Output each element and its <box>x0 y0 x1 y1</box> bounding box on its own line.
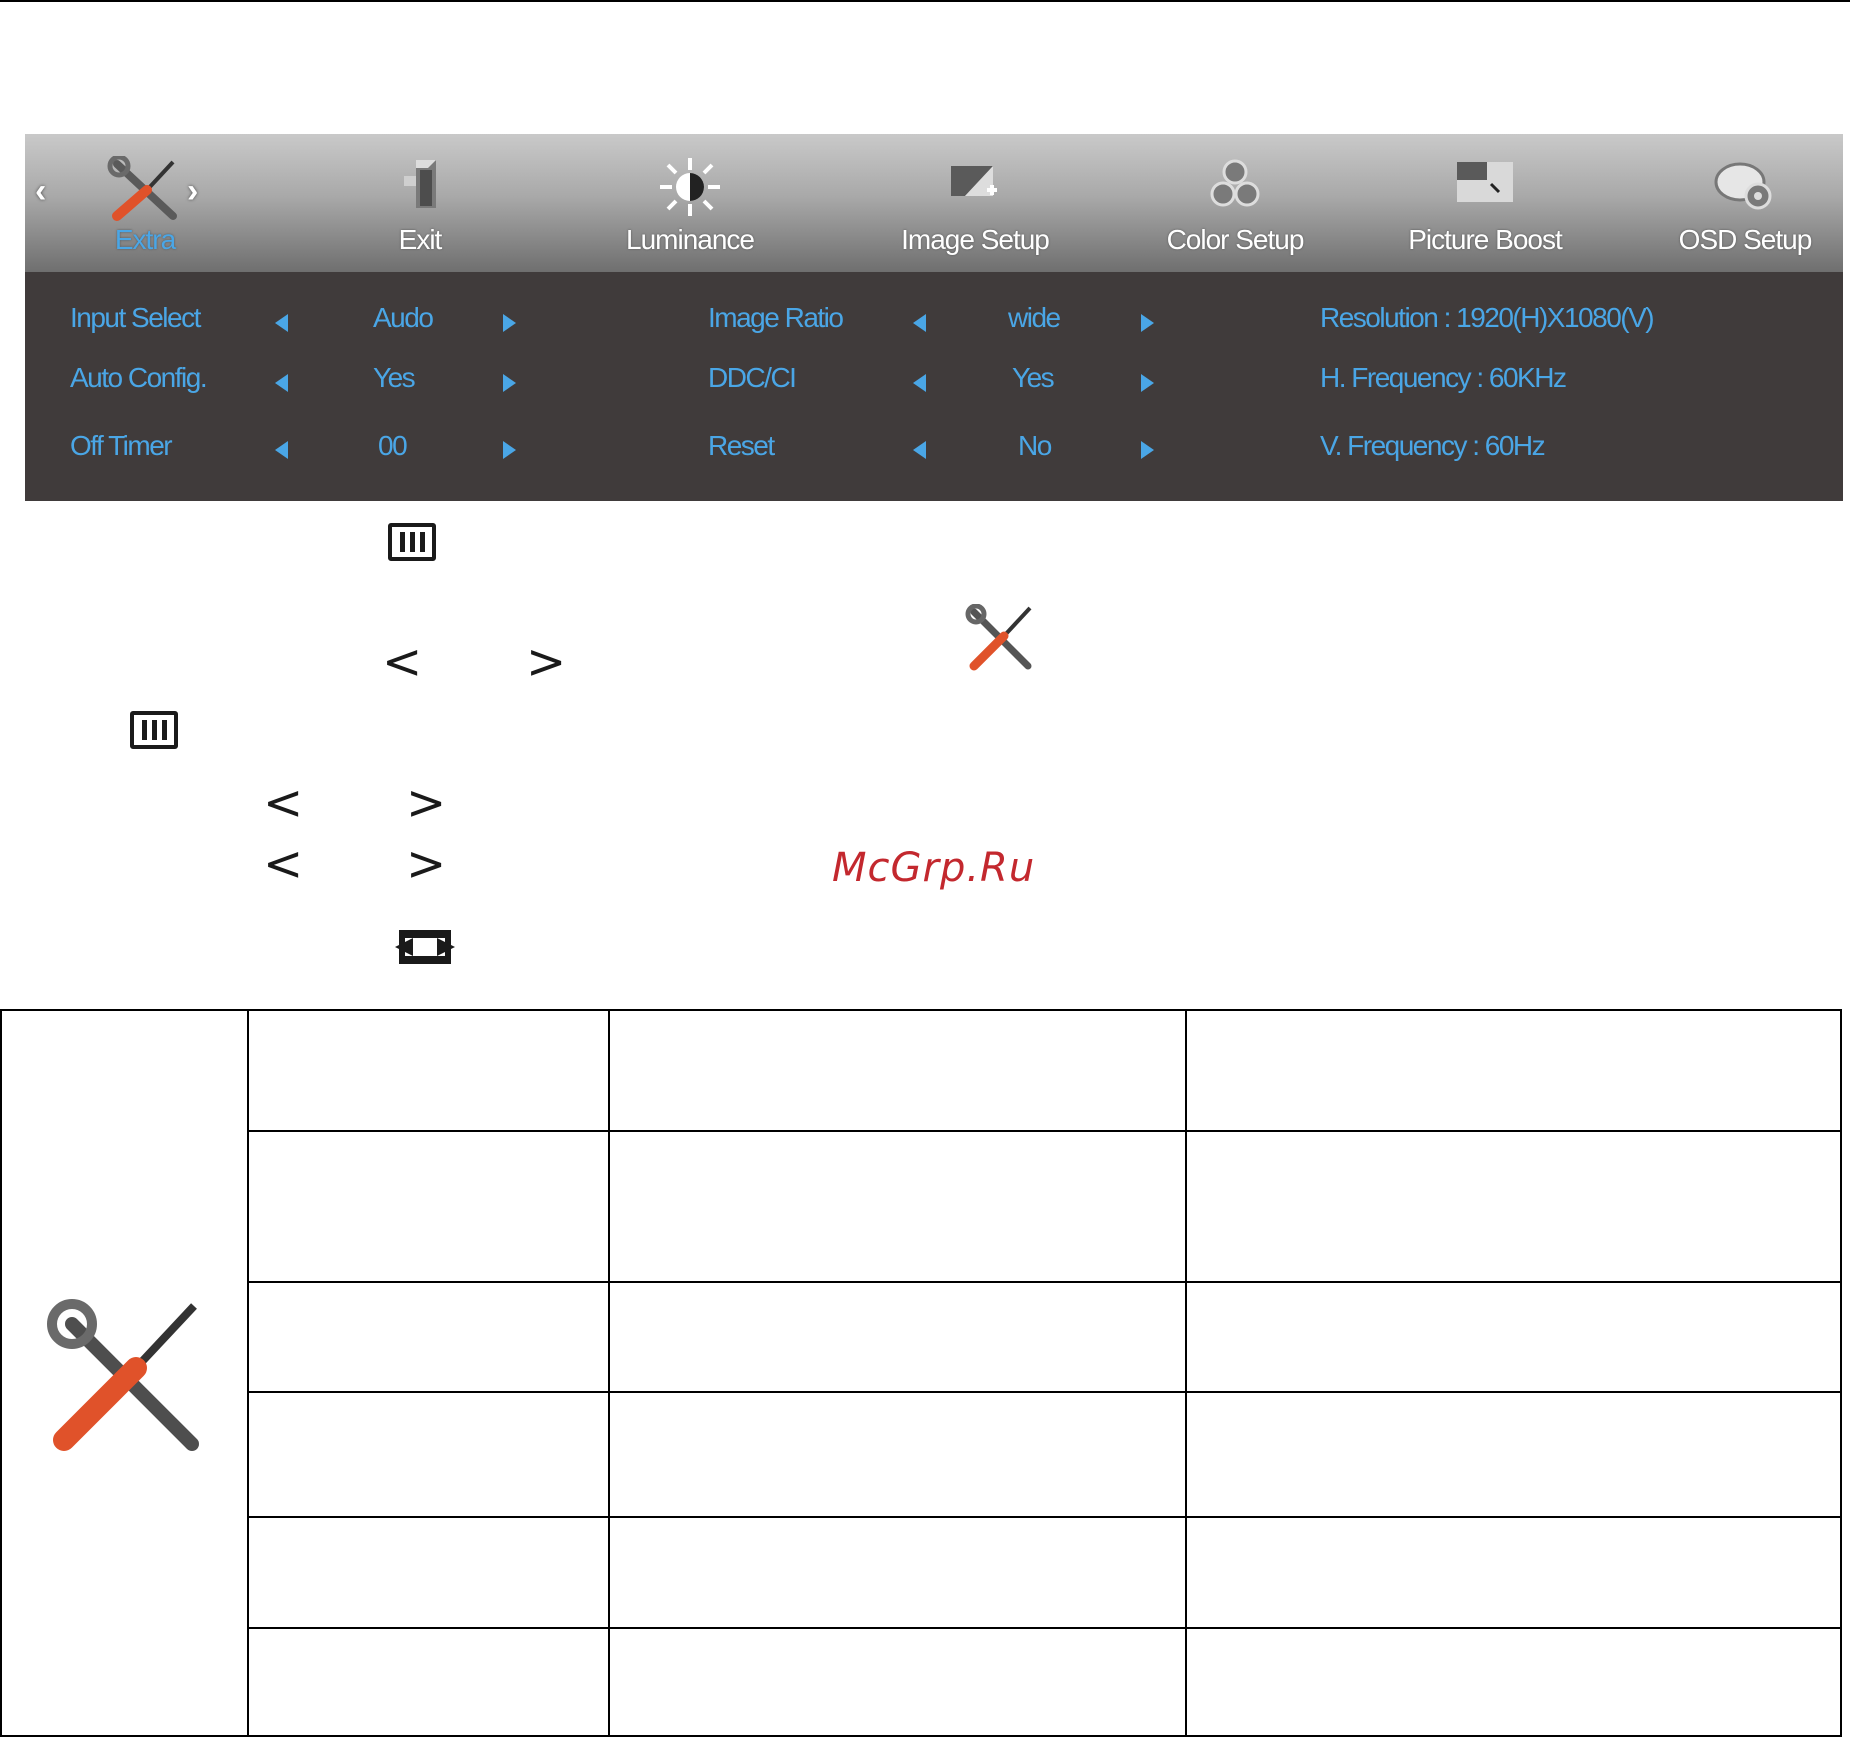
ddc-ci-increase[interactable] <box>1141 374 1154 392</box>
table-row-divider <box>249 1516 1840 1518</box>
tab-osd-setup[interactable]: OSD Setup <box>1655 134 1835 272</box>
tab-color-setup[interactable]: Color Setup <box>1140 134 1330 272</box>
tools-icon <box>964 603 1036 679</box>
image-ratio-value: wide <box>1008 302 1061 333</box>
tab-luminance[interactable]: Luminance <box>600 134 780 272</box>
auto-config-value: Yes <box>373 362 416 393</box>
ddc-ci-decrease[interactable] <box>913 374 926 392</box>
table-row-divider <box>249 1391 1840 1393</box>
v-frequency-info: V. Frequency : 60Hz <box>1320 430 1546 461</box>
watermark: McGrp.Ru <box>832 845 1036 891</box>
image-ratio-increase[interactable] <box>1141 314 1154 332</box>
tab-prev-arrow[interactable]: ‹ <box>35 172 46 211</box>
off-timer-increase[interactable] <box>503 441 516 459</box>
tab-label: Exit <box>398 224 443 255</box>
tab-label: OSD Setup <box>1678 224 1813 255</box>
image-ratio-decrease[interactable] <box>913 314 926 332</box>
off-timer-decrease[interactable] <box>275 441 288 459</box>
osd-tab-bar: ‹ › Extra Exit Luminance Image Setup Col… <box>25 134 1843 272</box>
chevron-left-icon: < <box>263 836 304 892</box>
tab-label: Image Setup <box>901 224 1050 255</box>
osd-setup-icon <box>1710 156 1780 221</box>
osd-menu: ‹ › Extra Exit Luminance Image Setup Col… <box>25 134 1843 501</box>
tab-extra[interactable]: Extra <box>65 134 225 272</box>
input-select-increase[interactable] <box>503 314 516 332</box>
reset-label: Reset <box>708 430 775 461</box>
tools-icon <box>44 1296 204 1461</box>
reset-increase[interactable] <box>1141 441 1154 459</box>
table-row-divider <box>249 1130 1840 1132</box>
chevron-right-icon: > <box>526 634 567 690</box>
input-select-decrease[interactable] <box>275 314 288 332</box>
image-ratio-label: Image Ratio <box>708 302 844 333</box>
auto-config-increase[interactable] <box>503 374 516 392</box>
off-timer-label: Off Timer <box>70 430 173 461</box>
chevron-left-icon: < <box>382 634 423 690</box>
chevron-left-icon: < <box>263 775 304 831</box>
off-timer-value: 00 <box>378 430 408 461</box>
tab-label: Extra <box>114 224 176 255</box>
menu-button-icon <box>130 711 178 749</box>
auto-button-icon <box>393 928 457 971</box>
ddc-ci-label: DDC/CI <box>708 362 797 393</box>
auto-config-label: Auto Config. <box>70 362 208 393</box>
resolution-info: Resolution : 1920(H)X1080(V) <box>1320 302 1655 333</box>
chevron-right-icon: > <box>406 775 447 831</box>
color-setup-icon <box>1207 156 1263 219</box>
tab-picture-boost[interactable]: Picture Boost <box>1385 134 1585 272</box>
exit-icon <box>398 156 442 217</box>
reset-value: No <box>1018 430 1052 461</box>
reset-decrease[interactable] <box>913 441 926 459</box>
top-rule <box>0 0 1850 2</box>
tools-icon <box>107 154 183 227</box>
osd-settings-panel: Input Select Audo Auto Config. Yes Off T… <box>25 272 1843 501</box>
auto-config-decrease[interactable] <box>275 374 288 392</box>
input-select-value: Audo <box>373 302 434 333</box>
image-setup-icon <box>943 156 1007 217</box>
ddc-ci-value: Yes <box>1012 362 1055 393</box>
table-row-divider <box>249 1627 1840 1629</box>
picture-boost-icon <box>1453 156 1517 213</box>
tab-exit[interactable]: Exit <box>345 134 495 272</box>
input-select-label: Input Select <box>70 302 201 333</box>
tab-label: Picture Boost <box>1408 224 1563 255</box>
settings-table <box>0 1009 1842 1737</box>
tab-label: Luminance <box>626 224 755 255</box>
brightness-icon <box>658 156 722 223</box>
table-row-divider <box>249 1281 1840 1283</box>
menu-button-icon <box>388 523 436 561</box>
h-frequency-info: H. Frequency : 60KHz <box>1320 362 1567 393</box>
tab-image-setup[interactable]: Image Setup <box>875 134 1075 272</box>
chevron-right-icon: > <box>406 836 447 892</box>
tab-label: Color Setup <box>1166 224 1305 255</box>
